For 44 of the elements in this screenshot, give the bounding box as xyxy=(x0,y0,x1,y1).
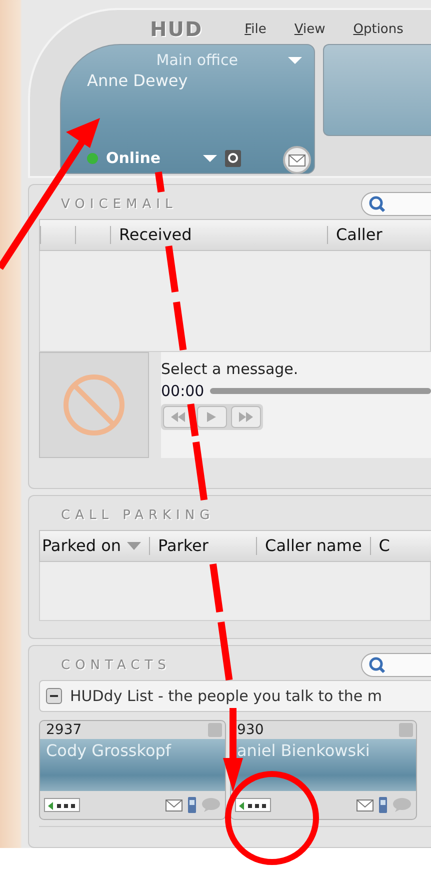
badge-icon xyxy=(224,150,241,166)
column-header[interactable]: C xyxy=(370,537,398,556)
menu-item[interactable]: File xyxy=(244,22,266,36)
status-message: Select a message. xyxy=(161,360,300,378)
section-title: CALL PARKING xyxy=(60,508,215,523)
dial-button[interactable] xyxy=(44,798,80,812)
extension-number: 930 xyxy=(237,722,264,738)
app-logo: HUD xyxy=(150,17,203,41)
contact-card[interactable]: 2937 Cody Grosskopf xyxy=(39,720,226,820)
column-header[interactable]: Caller xyxy=(327,226,390,244)
envelope-icon[interactable] xyxy=(165,797,183,813)
fast-forward-icon xyxy=(238,411,254,424)
phone-icon[interactable] xyxy=(378,796,388,814)
user-name: Anne Dewey xyxy=(87,71,189,90)
collapse-toggle[interactable] xyxy=(46,688,62,704)
menu-item[interactable]: View xyxy=(294,22,326,36)
rewind-icon xyxy=(170,411,186,424)
envelope-icon[interactable] xyxy=(356,797,374,813)
column-header[interactable]: Caller name xyxy=(256,537,370,556)
badge-icon xyxy=(399,723,413,737)
column-header[interactable]: Received xyxy=(110,226,327,244)
column-header[interactable]: Parked on xyxy=(40,537,150,556)
dial-icon xyxy=(47,801,77,811)
badge-icon xyxy=(208,723,222,737)
presence-dropdown[interactable]: Online xyxy=(106,149,217,167)
column-header[interactable]: Parker xyxy=(149,537,256,556)
envelope-icon xyxy=(288,152,306,168)
contact-name: Cody Grosskopf xyxy=(46,741,172,760)
menu-item[interactable]: Options xyxy=(353,22,404,36)
section-title: CONTACTS xyxy=(60,658,171,672)
dial-icon xyxy=(238,801,268,811)
playback-time: 00:00 xyxy=(161,382,204,400)
group-label: HUDdy List - the people you talk to the m xyxy=(70,687,382,705)
search-field[interactable] xyxy=(361,192,431,216)
dial-button[interactable] xyxy=(235,798,271,812)
contact-card[interactable]: 930 aniel Bienkowski xyxy=(230,720,417,820)
phone-icon[interactable] xyxy=(187,796,197,814)
search-icon xyxy=(368,195,386,214)
search-icon xyxy=(368,656,386,674)
presence-dot xyxy=(87,152,98,164)
contact-name: aniel Bienkowski xyxy=(237,741,371,760)
section-title: VOICEMAIL xyxy=(60,196,178,212)
extension-number: 2937 xyxy=(46,722,82,738)
search-field[interactable] xyxy=(361,653,431,677)
